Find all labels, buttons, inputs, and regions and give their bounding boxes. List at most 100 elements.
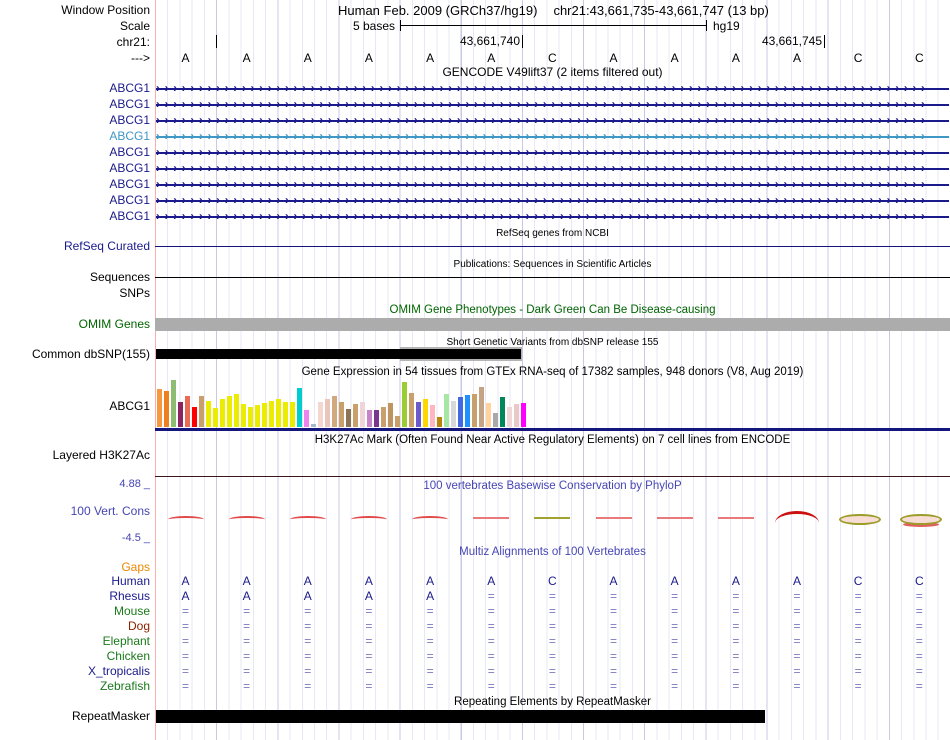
gtex-tissue-bar[interactable]: [178, 402, 183, 427]
multiz-identity-mark: =: [854, 664, 862, 678]
gtex-tissue-bar[interactable]: [192, 407, 197, 427]
multiz-species-label[interactable]: Human: [0, 575, 150, 588]
gencode-gene-label[interactable]: ABCG1: [0, 210, 150, 223]
multiz-identity-mark: =: [793, 634, 801, 648]
gtex-tissue-bar[interactable]: [493, 413, 498, 427]
conservation-mark-peak-red: [775, 511, 820, 523]
gencode-transcript[interactable]: ››››››››››››››››››››››››››››››››››››››››…: [156, 178, 949, 191]
gencode-transcript[interactable]: ››››››››››››››››››››››››››››››››››››››››…: [156, 194, 949, 207]
gtex-tissue-bar[interactable]: [486, 403, 491, 427]
gencode-transcript[interactable]: ››››››››››››››››››››››››››››››››››››››››…: [156, 146, 949, 159]
multiz-species-label[interactable]: Chicken: [0, 650, 150, 663]
gtex-tissue-bar[interactable]: [332, 396, 337, 427]
gtex-tissue-bar[interactable]: [269, 401, 274, 427]
gtex-tissue-bar[interactable]: [157, 389, 162, 427]
gencode-gene-label[interactable]: ABCG1: [0, 194, 150, 207]
gencode-gene-label[interactable]: ABCG1: [0, 162, 150, 175]
ruler-base-letter: A: [487, 51, 496, 65]
gtex-tissue-bar[interactable]: [290, 402, 295, 427]
gtex-tissue-bar[interactable]: [311, 424, 316, 427]
gtex-tissue-bar[interactable]: [521, 403, 526, 427]
gtex-tissue-bar[interactable]: [206, 401, 211, 427]
gtex-tissue-bar[interactable]: [283, 402, 288, 427]
gtex-tissue-bar[interactable]: [199, 396, 204, 427]
gencode-transcript[interactable]: ››››››››››››››››››››››››››››››››››››››››…: [156, 82, 949, 95]
multiz-identity-mark: =: [610, 619, 618, 633]
gtex-tissue-bar[interactable]: [514, 404, 519, 427]
gtex-tissue-bar[interactable]: [262, 403, 267, 427]
multiz-identity-mark: =: [243, 649, 251, 663]
multiz-identity-mark: =: [671, 619, 679, 633]
multiz-identity-mark: =: [487, 679, 495, 693]
gtex-tissue-bar[interactable]: [241, 404, 246, 427]
multiz-base-letter: A: [364, 574, 373, 588]
gencode-gene-label[interactable]: ABCG1: [0, 146, 150, 159]
gtex-tissue-bar[interactable]: [276, 399, 281, 427]
gtex-tissue-bar[interactable]: [164, 391, 169, 427]
multiz-species-label[interactable]: X_tropicalis: [0, 665, 150, 678]
multiz-species-label[interactable]: Rhesus: [0, 590, 150, 603]
multiz-identity-mark: =: [793, 664, 801, 678]
gtex-tissue-bar[interactable]: [444, 394, 449, 427]
conservation-mark-ellipse-olive-red: [900, 514, 943, 525]
gtex-tissue-bar[interactable]: [367, 410, 372, 427]
gencode-transcript[interactable]: ››››››››››››››››››››››››››››››››››››››››…: [156, 162, 949, 175]
gtex-tissue-bar[interactable]: [437, 417, 442, 427]
gtex-tissue-bar[interactable]: [416, 402, 421, 427]
gtex-tissue-bar[interactable]: [409, 393, 414, 427]
gtex-tissue-bar[interactable]: [171, 380, 176, 427]
gtex-tissue-bar[interactable]: [479, 387, 484, 427]
multiz-identity-mark: =: [365, 604, 373, 618]
gtex-tissue-bar[interactable]: [507, 407, 512, 427]
gencode-transcript[interactable]: ››››››››››››››››››››››››››››››››››››››››…: [156, 114, 949, 127]
gtex-tissue-bar[interactable]: [451, 401, 456, 427]
gtex-tissue-bar[interactable]: [339, 402, 344, 427]
gtex-tissue-bar[interactable]: [458, 397, 463, 427]
gencode-gene-label[interactable]: ABCG1: [0, 178, 150, 191]
gtex-tissue-bar[interactable]: [248, 407, 253, 427]
gencode-gene-label[interactable]: ABCG1: [0, 82, 150, 95]
gencode-gene-label[interactable]: ABCG1: [0, 114, 150, 127]
gtex-tissue-bar[interactable]: [234, 394, 239, 427]
gencode-gene-label[interactable]: ABCG1: [0, 98, 150, 111]
conservation-mark-line-red: [656, 517, 693, 519]
multiz-base-letter: A: [426, 589, 435, 603]
gtex-tissue-bar[interactable]: [304, 410, 309, 427]
gtex-tissue-bar[interactable]: [255, 405, 260, 427]
gtex-tissue-bar[interactable]: [430, 405, 435, 427]
gtex-tissue-bar[interactable]: [472, 394, 477, 427]
gtex-tissue-bar[interactable]: [374, 410, 379, 427]
gencode-transcript[interactable]: ››››››››››››››››››››››››››››››››››››››››…: [156, 210, 949, 223]
gtex-tissue-bar[interactable]: [346, 409, 351, 427]
gtex-tissue-bar[interactable]: [227, 396, 232, 427]
ruler-base-letter: A: [731, 51, 740, 65]
gtex-tissue-bar[interactable]: [465, 395, 470, 427]
gtex-tissue-bar[interactable]: [213, 408, 218, 427]
multiz-species-label[interactable]: Elephant: [0, 635, 150, 648]
gtex-expression-chart[interactable]: [157, 380, 528, 427]
gtex-tissue-bar[interactable]: [360, 402, 365, 427]
multiz-species-label[interactable]: Dog: [0, 620, 150, 633]
gtex-tissue-bar[interactable]: [318, 402, 323, 427]
gtex-tissue-bar[interactable]: [500, 397, 505, 427]
gencode-gene-label[interactable]: ABCG1: [0, 130, 150, 143]
multiz-species-label[interactable]: Mouse: [0, 605, 150, 618]
gtex-tissue-bar[interactable]: [423, 399, 428, 427]
gtex-tissue-bar[interactable]: [402, 382, 407, 427]
multiz-identity-mark: =: [915, 679, 923, 693]
conservation-mark-wave: [228, 516, 265, 523]
gtex-tissue-bar[interactable]: [297, 388, 302, 427]
gtex-tissue-bar[interactable]: [353, 404, 358, 427]
gtex-tissue-bar[interactable]: [220, 399, 225, 427]
gtex-tissue-bar[interactable]: [325, 399, 330, 427]
multiz-identity-mark: =: [426, 679, 434, 693]
gtex-tissue-bar[interactable]: [185, 396, 190, 427]
gencode-transcript[interactable]: ››››››››››››››››››››››››››››››››››››››››…: [156, 130, 949, 143]
multiz-species-label[interactable]: Zebrafish: [0, 680, 150, 693]
gtex-tissue-bar[interactable]: [388, 403, 393, 427]
multiz-identity-mark: =: [854, 589, 862, 603]
gtex-tissue-bar[interactable]: [381, 407, 386, 427]
multiz-base-letter: A: [303, 574, 312, 588]
gencode-transcript[interactable]: ››››››››››››››››››››››››››››››››››››››››…: [156, 98, 949, 111]
gtex-tissue-bar[interactable]: [395, 416, 400, 427]
